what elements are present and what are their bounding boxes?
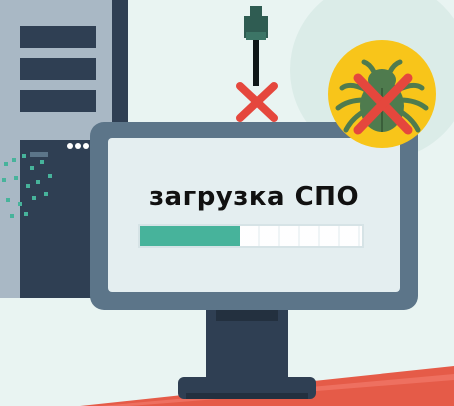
monitor-screen: загрузка СПО <box>108 138 400 292</box>
illustration-scene: загрузка СПО <box>0 0 454 406</box>
progress-bar <box>138 224 364 248</box>
install-status-text: загрузка СПО <box>148 182 360 212</box>
cross-icon <box>236 82 278 122</box>
progress-fill <box>140 226 240 246</box>
progress-track-stripes <box>239 226 362 246</box>
monitor: загрузка СПО <box>90 122 418 310</box>
bug-icon <box>328 40 436 148</box>
monitor-stand <box>178 305 316 399</box>
